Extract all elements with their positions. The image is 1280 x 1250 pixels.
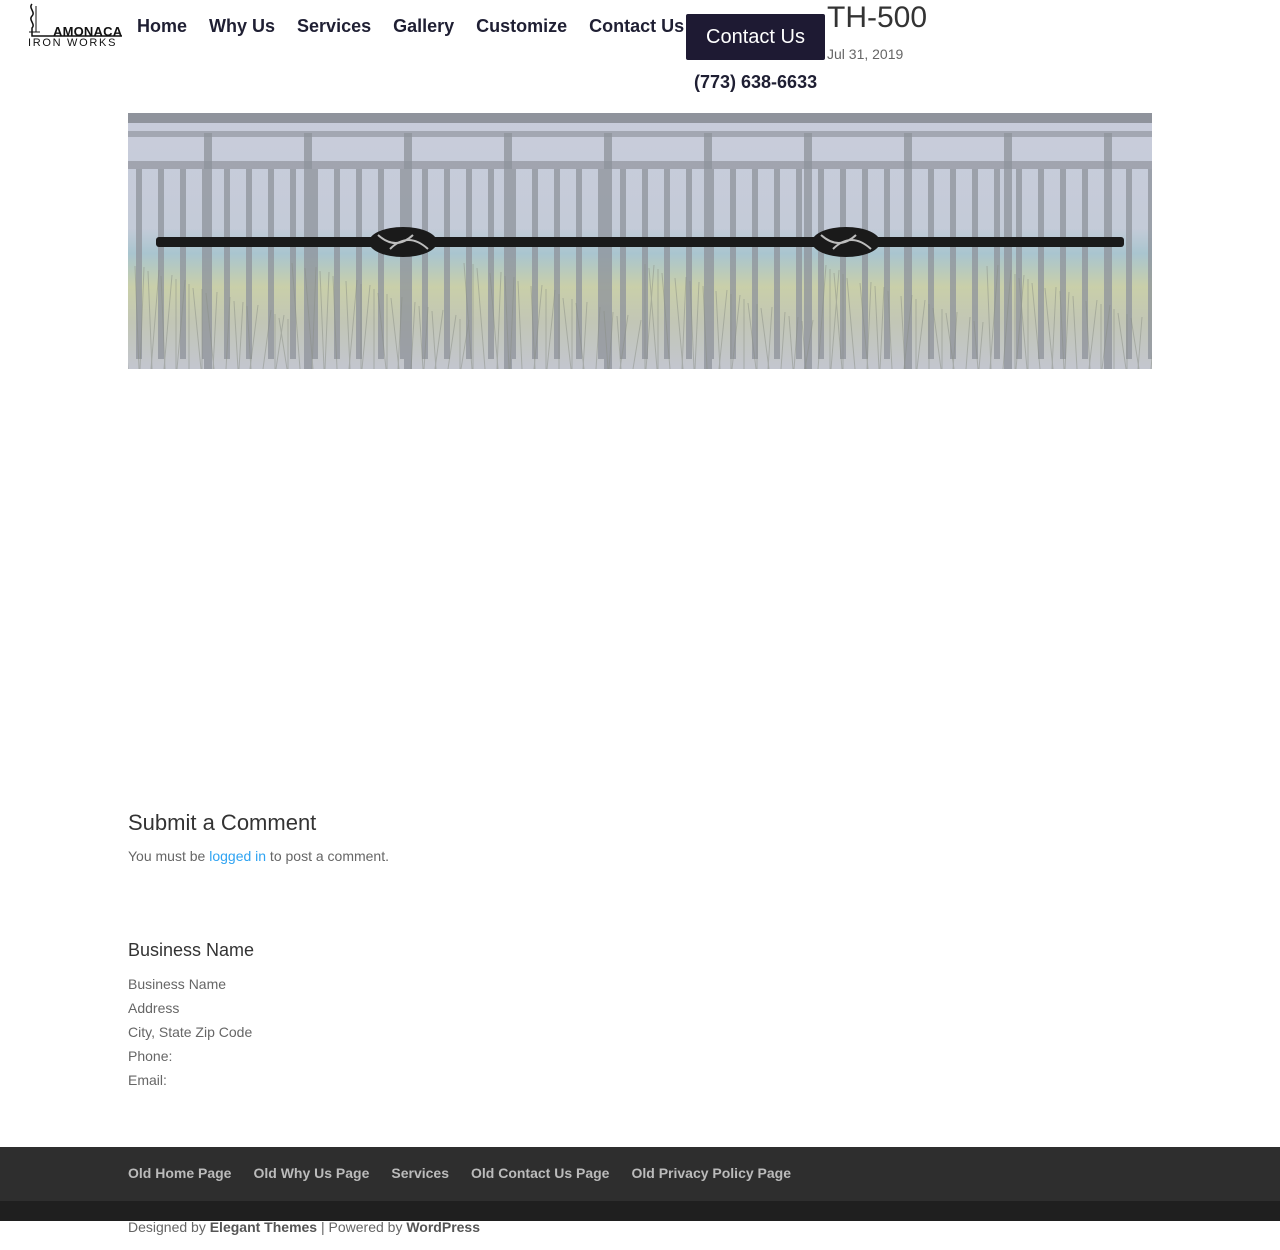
nav-item-why-us[interactable]: Why Us [209,16,275,37]
comment-note-post: to post a comment. [266,848,389,864]
footer-link-old-home[interactable]: Old Home Page [128,1165,231,1181]
footer-link-old-privacy[interactable]: Old Privacy Policy Page [631,1165,791,1181]
nav-item-home[interactable]: Home [137,16,187,37]
credits-mid: | Powered by [317,1219,407,1235]
business-widget-title: Business Name [128,940,255,960]
comment-section-title: Submit a Comment [128,810,317,835]
business-info: Business Name Address City, State Zip Co… [128,972,252,1092]
contact-us-button[interactable]: Contact Us [686,14,825,60]
credits-pre: Designed by [128,1219,210,1235]
elegant-themes-link[interactable]: Elegant Themes [210,1219,317,1235]
nav-item-customize[interactable]: Customize [476,16,567,37]
footer-link-old-why-us[interactable]: Old Why Us Page [253,1165,369,1181]
featured-image [128,113,1152,369]
main-nav: Home Why Us Services Gallery Customize C… [137,16,684,37]
phone-number[interactable]: (773) 638-6633 [694,72,817,93]
railing-image [128,113,1152,369]
footer-links: Old Home Page Old Why Us Page Services O… [128,1165,813,1181]
site-logo[interactable]: AMONACA IRON WORKS [26,2,124,50]
business-line: Address [128,1000,180,1016]
nav-item-gallery[interactable]: Gallery [393,16,454,37]
business-line: Email: [128,1072,167,1088]
nav-item-contact-us[interactable]: Contact Us [589,16,684,37]
business-line: Phone: [128,1048,173,1064]
footer-bottom-bar [0,1201,1280,1221]
footer-credits: Designed by Elegant Themes | Powered by … [128,1219,480,1235]
comment-login-note: You must be logged in to post a comment. [128,848,389,864]
post-title: TH-500 [827,1,928,34]
footer-nav-bar: Old Home Page Old Why Us Page Services O… [0,1147,1280,1201]
business-line: City, State Zip Code [128,1024,253,1040]
comment-note-pre: You must be [128,848,210,864]
business-line: Business Name [128,976,227,992]
footer-link-services[interactable]: Services [391,1165,449,1181]
logo-subtext: IRON WORKS [28,37,118,49]
logged-in-link[interactable]: logged in [209,848,266,864]
nav-item-services[interactable]: Services [297,16,371,37]
footer-link-old-contact-us[interactable]: Old Contact Us Page [471,1165,609,1181]
wordpress-link[interactable]: WordPress [406,1219,480,1235]
post-date: Jul 31, 2019 [827,46,904,62]
